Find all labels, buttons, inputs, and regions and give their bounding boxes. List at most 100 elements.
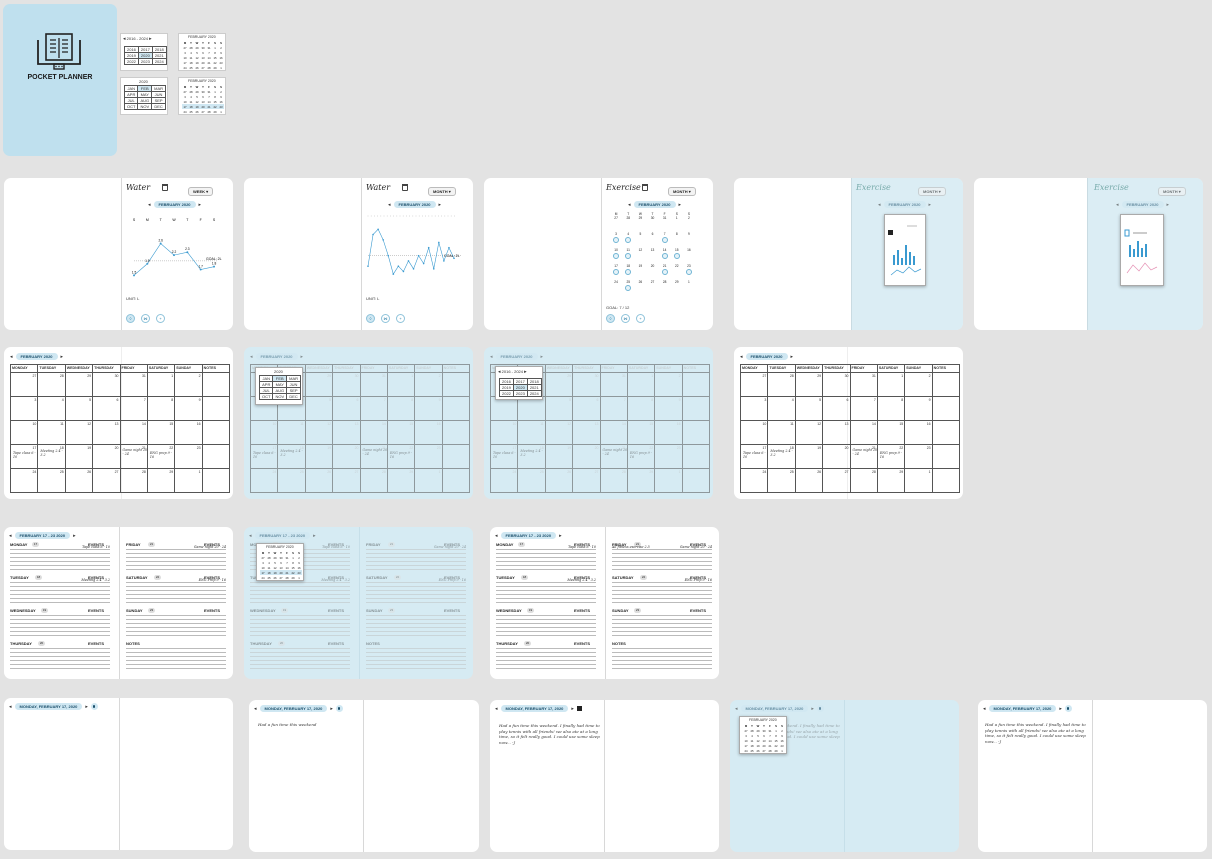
day-cell[interactable]: 15	[876, 420, 906, 445]
calendar-event[interactable]: Game night 20 - 24	[123, 448, 149, 456]
day-cell[interactable]: 20	[332, 444, 361, 469]
day-cell[interactable]: 13	[822, 420, 851, 445]
prev-icon[interactable]: ◂	[254, 706, 257, 712]
notes-cell[interactable]	[681, 396, 711, 421]
day-cell[interactable]: 21 Game night 20 - 24	[119, 444, 149, 469]
week-event[interactable]: All fitness exercise 2.5	[612, 545, 650, 549]
water-point[interactable]	[382, 239, 384, 241]
notes-cell[interactable]	[681, 420, 711, 445]
habit-day-cell[interactable]: 14	[659, 248, 671, 264]
period-dropdown[interactable]: MONTH ▾	[668, 187, 696, 196]
water-point[interactable]	[448, 246, 450, 249]
habit-day-cell[interactable]: 18	[622, 264, 634, 280]
microphone-icon[interactable]	[1064, 705, 1072, 712]
habit-day-cell[interactable]: 1	[671, 216, 683, 232]
day-cell[interactable]: 29	[146, 468, 176, 493]
day-cell[interactable]: 16	[174, 420, 203, 445]
day-cell[interactable]: 18 Meeting 2.4 - 3.2	[517, 444, 546, 469]
day-cell[interactable]: 22 ENG prep 9 - 16	[626, 444, 656, 469]
day-cell[interactable]: 7	[599, 396, 628, 421]
day-cell[interactable]: 16	[414, 420, 443, 445]
habit-day-cell[interactable]: 2	[683, 216, 695, 232]
water-point[interactable]	[407, 260, 410, 262]
day-cell[interactable]: 28	[599, 468, 628, 493]
month-cell[interactable]: OCT	[123, 103, 139, 110]
day-cell[interactable]: 16	[654, 420, 683, 445]
stop-recording-icon[interactable]	[576, 706, 582, 711]
calendar-event[interactable]: Tape class 6 - 10	[743, 451, 767, 459]
day-cell[interactable]: 9	[174, 396, 203, 421]
day-cell[interactable]: 21 Game night 20 - 24	[359, 444, 388, 469]
day-cell[interactable]: 28	[119, 468, 148, 493]
calendar-event[interactable]: Game night 20 - 24	[603, 448, 629, 456]
calendar-event[interactable]: Meeting 2.4 - 3.2	[280, 449, 304, 457]
day-cell[interactable]: 18 Meeting 2.4 - 3.2	[277, 444, 306, 469]
week-event[interactable]: Game night 20 - 24	[180, 545, 226, 549]
notes-cell[interactable]	[931, 396, 961, 421]
day-cell[interactable]: 14	[119, 420, 148, 445]
week-event[interactable]: Meeting 2.4 - 3.2	[550, 578, 596, 582]
day-cell[interactable]: 19	[304, 444, 334, 469]
day-cell[interactable]: 24	[489, 468, 519, 493]
day-cell[interactable]: 1	[904, 468, 933, 493]
notes-cell[interactable]	[441, 468, 471, 493]
habit-day-cell[interactable]: 26	[634, 280, 646, 296]
day-cell[interactable]: 18 Meeting 2.4 - 3.2	[767, 444, 796, 469]
water-point[interactable]	[146, 262, 149, 265]
prev-icon[interactable]: ◂	[123, 36, 126, 42]
water-point[interactable]	[199, 268, 202, 271]
day-cell[interactable]: 2	[174, 372, 203, 397]
day-cell[interactable]: 10	[489, 420, 519, 445]
water-point[interactable]	[387, 254, 390, 257]
habit-day-cell[interactable]: 16	[683, 248, 695, 264]
day-cell[interactable]: 1	[654, 468, 683, 493]
day-cell[interactable]: 27	[332, 468, 361, 493]
habit-day-cell[interactable]: 22	[671, 264, 683, 280]
day-cell[interactable]: 29	[304, 372, 334, 397]
next-icon[interactable]: ▸	[199, 202, 202, 208]
journal-text[interactable]: Had a fun time this weekend. I finally h…	[985, 722, 1089, 744]
day-cell[interactable]: 5	[544, 396, 574, 421]
month-cell[interactable]: DEC	[151, 103, 167, 110]
day-cell[interactable]: 8	[146, 396, 176, 421]
day-cell[interactable]: 1	[146, 372, 176, 397]
water-point[interactable]	[186, 251, 189, 254]
water-point[interactable]	[133, 274, 135, 277]
habit-day-cell[interactable]: 29	[634, 216, 646, 232]
next-icon[interactable]: ▸	[679, 202, 682, 208]
day-cell[interactable]: 30	[332, 372, 361, 397]
day-cell[interactable]: 8	[386, 396, 416, 421]
journal-text[interactable]: Had a fun time this weekend. I finally h…	[499, 723, 603, 745]
day-cell[interactable]: 13	[332, 420, 361, 445]
trash-icon[interactable]	[402, 184, 408, 191]
habit-day-cell[interactable]: 27	[610, 216, 622, 232]
next-icon[interactable]: ▸	[85, 704, 88, 710]
notes-cell[interactable]	[931, 468, 961, 493]
day-cell[interactable]: 28	[849, 468, 878, 493]
week-event[interactable]: Tape class 6 - 10	[550, 545, 596, 549]
water-point[interactable]	[173, 254, 175, 257]
add-icon[interactable]: +	[156, 314, 165, 323]
microphone-icon[interactable]	[90, 703, 98, 710]
day-cell[interactable]: 21 Game night 20 - 24	[849, 444, 878, 469]
day-cell[interactable]: 15	[626, 420, 656, 445]
mini-day-cell[interactable]: 1	[296, 575, 302, 580]
day-cell[interactable]: 29	[794, 372, 824, 397]
day-cell[interactable]: 27	[572, 468, 601, 493]
day-cell[interactable]: 12	[304, 420, 334, 445]
day-cell[interactable]: 27	[9, 372, 39, 397]
day-cell[interactable]: 4	[37, 396, 66, 421]
habit-day-cell[interactable]: 10	[610, 248, 622, 264]
month-cell[interactable]: NOV	[272, 393, 288, 400]
notes-cell[interactable]	[681, 372, 711, 397]
year-cell[interactable]: 2023	[137, 58, 153, 65]
day-cell[interactable]: 1	[174, 468, 203, 493]
notes-cell[interactable]	[931, 444, 961, 469]
week-event[interactable]: ENG Prep 9 - 16	[420, 578, 466, 582]
day-cell[interactable]: 28	[767, 372, 796, 397]
year-cell[interactable]: 2022	[124, 58, 139, 65]
day-cell[interactable]: 26	[544, 468, 574, 493]
year-cell[interactable]: 2024	[151, 58, 167, 65]
habit-day-cell[interactable]: 28	[659, 280, 671, 296]
next-icon[interactable]: ▸	[149, 36, 152, 42]
